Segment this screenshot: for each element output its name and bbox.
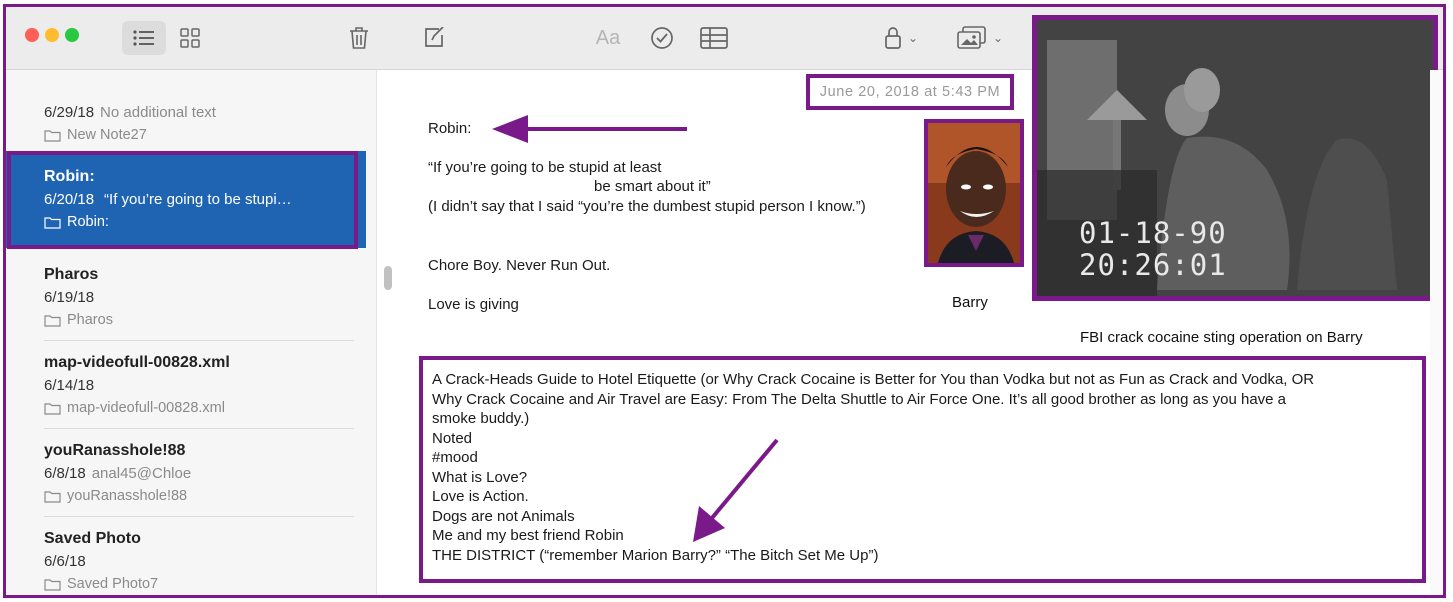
note-line: Robin: [428,120,472,137]
note-date: 6/19/18 [44,289,95,306]
folder-icon [44,129,61,142]
portrait-graphic [928,123,1020,263]
chevron-down-icon: ⌄ [907,31,919,45]
note-line: (I didn’t say that I said “you’re the du… [428,198,866,215]
note-line: Why Crack Cocaine and Air Travel are Eas… [432,391,1287,408]
portrait-image [924,119,1024,267]
note-date: 6/14/18 [44,377,95,394]
note-preview: No additional text [100,104,216,121]
note-title: map-videofull-00828.xml [44,354,230,371]
note-date: 6/6/18 [44,553,86,570]
checklist-button[interactable] [644,21,680,55]
note-line: be smart about it” [594,178,711,195]
note-title: Pharos [44,266,99,283]
video-caption: FBI crack cocaine sting operation on Bar… [1080,329,1363,346]
media-button[interactable]: ⌄ [952,21,1008,55]
format-button[interactable]: Aa [586,21,630,55]
list-view-icon [133,30,154,46]
notes-list: 6/29/18 No additional text New Note27 Rob… [6,70,397,595]
folder-icon [44,578,61,591]
notes-window: Aa ⌄ ⌄ 6/29/18 No additional text New No… [6,7,1443,595]
compose-icon [425,27,444,47]
arrow-annotation [693,438,779,542]
table-icon [700,27,728,49]
portrait-caption: Barry [952,294,988,311]
compose-button[interactable] [416,21,452,55]
list-item[interactable]: map-videofull-00828.xml 6/14/18 map-vide… [6,336,366,424]
minimize-window-button[interactable] [45,28,59,42]
note-timestamp: June 20, 2018 at 5:43 PM [806,74,1014,110]
note-folder: Pharos [67,312,113,328]
folder-icon [44,314,61,327]
lock-button[interactable]: ⌄ [876,21,926,55]
checklist-icon [651,27,673,49]
note-title: youRanasshole!88 [44,442,186,459]
note-folder: youRanasshole!88 [67,488,188,504]
format-icon: Aa [595,26,621,49]
note-line: Chore Boy. Never Run Out. [428,257,611,274]
surveillance-video-still: 01-18-90 20:26:01 [1032,15,1438,301]
note-line: #mood [432,449,478,466]
note-line: A Crack-Heads Guide to Hotel Etiquette (… [432,371,1315,388]
note-folder: New Note27 [67,127,147,143]
note-line: Me and my best friend Robin [432,527,624,544]
note-line: What is Love? [432,469,528,486]
list-item[interactable]: 6/29/18 No additional text New Note27 [6,94,366,156]
note-line: “If you’re going to be stupid at least [428,159,662,176]
table-button[interactable] [696,21,732,55]
gallery-view-icon [180,28,200,48]
folder-icon [44,490,61,503]
note-line: smoke buddy.) [432,410,530,427]
note-line: Noted [432,430,473,447]
video-date-stamp: 01-18-90 [1079,216,1227,250]
highlighted-text-block: A Crack-Heads Guide to Hotel Etiquette (… [419,356,1426,583]
note-line: Dogs are not Animals [432,508,575,525]
delete-note-button[interactable] [341,21,377,55]
note-preview: anal45@Chloe [91,465,192,482]
lock-icon [885,27,901,49]
editor-scrollbar[interactable] [1430,70,1443,595]
sidebar-scrollbar[interactable] [376,70,397,595]
arrow-annotation [492,115,687,143]
note-date: 6/8/18 [44,465,86,482]
video-time-stamp: 20:26:01 [1079,248,1227,282]
note-line: Love is giving [428,296,519,313]
note-folder: map-videofull-00828.xml [67,400,225,416]
trash-icon [350,27,368,49]
note-title: Saved Photo [44,530,141,547]
gallery-view-button[interactable] [172,21,208,55]
note-date: 6/29/18 [44,104,95,121]
folder-icon [44,402,61,415]
list-item[interactable]: Pharos 6/19/18 Pharos [6,248,366,336]
list-item[interactable]: youRanasshole!88 6/8/18 anal45@Chloe youR… [6,424,366,512]
note-line: Love is Action. [432,488,529,505]
note-line: THE DISTRICT (“remember Marion Barry?” “… [432,547,879,564]
media-icon [957,26,986,49]
chevron-down-icon: ⌄ [992,31,1004,45]
list-item[interactable]: Saved Photo 6/6/18 Saved Photo7 [6,512,366,595]
close-window-button[interactable] [25,28,39,42]
selected-note-highlight [7,151,358,249]
note-editor[interactable]: June 20, 2018 at 5:43 PM Robin: “If you’… [397,15,1443,595]
zoom-window-button[interactable] [65,28,79,42]
note-folder: Saved Photo7 [67,576,159,592]
scrollbar-thumb[interactable] [384,266,392,290]
list-view-button[interactable] [122,21,166,55]
